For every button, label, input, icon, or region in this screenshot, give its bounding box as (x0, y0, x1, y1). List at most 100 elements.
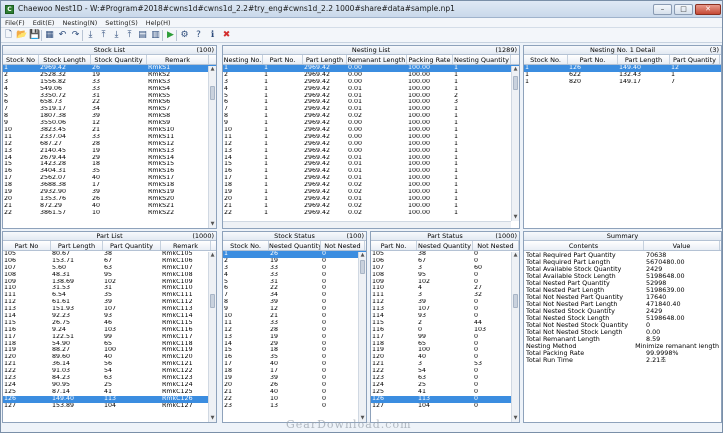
table-row[interactable]: 1 126 149.40 12 (524, 65, 721, 72)
table-row[interactable]: 115 26.75 46 RmkC115 (3, 320, 216, 327)
table-row[interactable]: 115 2 44 (371, 320, 519, 327)
column-header[interactable]: Remanant Length (347, 55, 407, 64)
table-row[interactable]: 112 61.61 39 RmkC112 (3, 299, 216, 306)
horizontal-scrollbar[interactable] (223, 221, 511, 228)
vertical-scrollbar[interactable]: ▲ ▼ (511, 252, 519, 422)
table-row[interactable]: 119 88.27 100 RmkC119 (3, 347, 216, 354)
table-row[interactable]: 1 26 0 (223, 251, 366, 258)
menu-item-file[interactable]: File(F) (1, 18, 29, 28)
table-row[interactable]: 16 35 0 (223, 354, 366, 361)
table-row[interactable]: 120 40 0 (371, 354, 519, 361)
table-row[interactable]: 6 1 2969.42 0.01 100.00 3 (223, 99, 519, 106)
table-row[interactable]: 8 39 0 (223, 299, 366, 306)
new-icon[interactable]: 🗋 (3, 30, 14, 41)
table-row[interactable]: 8 1 2969.42 0.02 100.00 1 (223, 113, 519, 120)
column-header[interactable]: Remark (147, 55, 209, 64)
table-row[interactable]: 12 687.27 28 RmkS12 (3, 141, 216, 148)
table-row[interactable]: 19 2932.90 39 RmkS19 (3, 189, 216, 196)
table-row[interactable]: 106 67 0 (371, 258, 519, 265)
table-row[interactable]: 10 3823.45 21 RmkS10 (3, 127, 216, 134)
table-row[interactable]: 9 1 2969.42 0.00 100.00 1 (223, 120, 519, 127)
column-header[interactable]: Part Quantity (670, 55, 720, 64)
scroll-thumb[interactable] (210, 86, 215, 100)
column-header[interactable]: Not Nested (473, 241, 519, 250)
table-row[interactable]: 1 1 2969.42 0.00 100.00 1 (223, 65, 519, 72)
report-icon[interactable]: ▥ (150, 30, 161, 41)
menu-item-help[interactable]: Help(H) (142, 18, 175, 28)
table-row[interactable]: 19 1 2969.42 0.02 100.00 1 (223, 189, 519, 196)
table-row[interactable]: 122 91.03 54 RmkC122 (3, 368, 216, 375)
column-header[interactable]: Contents (524, 241, 644, 250)
table-row[interactable]: 9 3550.06 12 RmkS9 (3, 120, 216, 127)
redo-icon[interactable]: ↷ (70, 30, 81, 41)
table-row[interactable]: 20 1353.76 26 RmkS20 (3, 196, 216, 203)
table-row[interactable]: 21 1 2969.42 0.02 100.00 1 (223, 203, 519, 210)
table-row[interactable]: 126 149.40 113 RmkC126 (3, 395, 216, 403)
column-header[interactable]: Stock No. (223, 241, 269, 250)
table-row[interactable]: 10 21 0 (223, 313, 366, 320)
table-row[interactable]: 3 33 0 (223, 265, 366, 272)
table-row[interactable]: 114 92.23 93 RmkC114 (3, 313, 216, 320)
menu-item-setting[interactable]: Setting(S) (101, 18, 141, 28)
table-row[interactable]: 11 2337.04 33 RmkS11 (3, 134, 216, 141)
scroll-up-icon[interactable]: ▲ (209, 252, 216, 259)
table-row[interactable]: 18 1 2969.42 0.02 100.00 1 (223, 182, 519, 189)
scroll-up-icon[interactable]: ▲ (359, 252, 366, 259)
table-row[interactable]: 13 19 0 (223, 334, 366, 341)
gear-icon[interactable]: ⚙ (179, 30, 190, 41)
table-row[interactable]: 2 19 0 (223, 258, 366, 265)
scroll-up-icon[interactable]: ▲ (209, 66, 216, 73)
vertical-scrollbar[interactable]: ▲ ▼ (358, 252, 366, 422)
scroll-thumb[interactable] (210, 294, 215, 308)
table-row[interactable]: 16 3404.31 35 RmkS16 (3, 168, 216, 175)
column-header[interactable]: Part No. (568, 55, 618, 64)
table-row[interactable]: 125 87.14 41 RmkC125 (3, 389, 216, 396)
nest-settings-icon[interactable]: ▤ (137, 30, 148, 41)
table-row[interactable]: 7 3519.17 34 RmkS7 (3, 106, 216, 113)
column-header[interactable]: Stock No. (524, 55, 568, 64)
table-row[interactable]: 1 2969.42 26 RmkS1 (3, 65, 216, 72)
table-row[interactable]: 22 3861.57 10 RmkS22 (3, 210, 216, 217)
table-row[interactable]: 106 153.71 67 RmkC106 (3, 258, 216, 265)
table-row[interactable]: 13 1 2969.42 0.00 100.00 1 (223, 148, 519, 155)
table-row[interactable]: 9 12 0 (223, 306, 366, 313)
table-row[interactable]: 8 1807.38 39 RmkS8 (3, 113, 216, 120)
part-import-icon[interactable]: ⤓ (111, 30, 122, 41)
table-row[interactable]: 14 29 0 (223, 341, 366, 348)
table-row[interactable]: 120 89.60 40 RmkC120 (3, 354, 216, 361)
table-row[interactable]: 116 9.24 103 RmkC116 (3, 327, 216, 334)
table-row[interactable]: 126 113 0 (371, 395, 519, 403)
column-header[interactable]: Stock Length (39, 55, 91, 64)
minimize-button[interactable]: – (653, 4, 672, 15)
table-row[interactable]: 125 41 0 (371, 389, 519, 396)
table-row[interactable]: 3 1 2969.42 0.00 100.00 1 (223, 79, 519, 86)
table-row[interactable]: 5 1 2969.42 0.01 100.00 2 (223, 93, 519, 100)
stop-icon[interactable]: ✖ (221, 30, 232, 41)
column-header[interactable]: Part Length (618, 55, 670, 64)
table-row[interactable]: 109 138.69 102 RmkC109 (3, 279, 216, 286)
column-header[interactable]: Part Quantity (103, 241, 161, 250)
table-row[interactable]: 111 6.54 35 RmkC111 (3, 292, 216, 299)
table-row[interactable]: 21 872.29 40 RmkS21 (3, 203, 216, 210)
scroll-thumb[interactable] (513, 294, 518, 308)
info-icon[interactable]: ℹ (207, 30, 218, 41)
table-row[interactable]: 18 17 0 (223, 368, 366, 375)
undo-icon[interactable]: ↶ (57, 30, 68, 41)
export-icon[interactable]: ▦ (44, 30, 55, 41)
table-row[interactable]: 10 1 2969.42 0.00 100.00 1 (223, 127, 519, 134)
column-header[interactable]: Nested Quantity (417, 241, 473, 250)
table-row[interactable]: 15 1 2969.42 0.01 100.00 1 (223, 161, 519, 168)
table-row[interactable]: 111 3 32 (371, 292, 519, 299)
column-header[interactable]: Stock No (3, 55, 39, 64)
table-row[interactable]: 121 3 53 (371, 361, 519, 368)
table-row[interactable]: 124 90.95 25 RmkC124 (3, 382, 216, 389)
table-row[interactable]: 12 1 2969.42 0.00 100.00 1 (223, 141, 519, 148)
table-row[interactable]: 19 39 0 (223, 375, 366, 382)
table-row[interactable]: 22 10 0 (223, 396, 366, 403)
table-row[interactable]: 105 38 0 (371, 251, 519, 258)
table-row[interactable]: 17 1 2969.42 0.01 100.00 1 (223, 175, 519, 182)
vertical-scrollbar[interactable]: ▲ ▼ (208, 66, 216, 228)
table-row[interactable]: 105 80.67 38 RmkC105 (3, 251, 216, 258)
column-header[interactable]: Part No (3, 241, 51, 250)
table-row[interactable]: 14 1 2969.42 0.01 100.00 1 (223, 155, 519, 162)
